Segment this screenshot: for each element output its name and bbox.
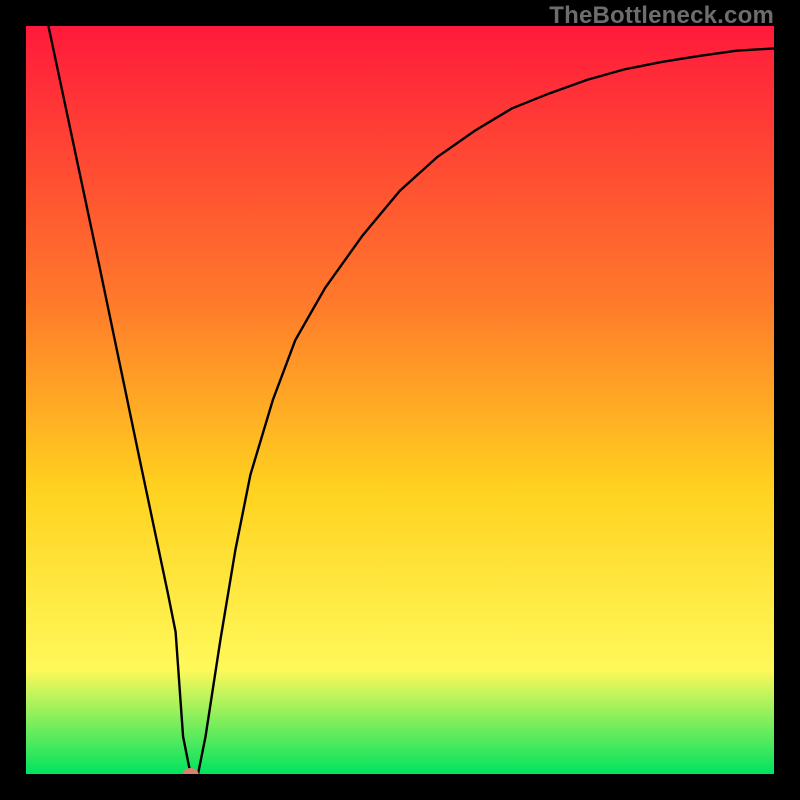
chart-frame: TheBottleneck.com bbox=[0, 0, 800, 800]
gradient-background bbox=[26, 26, 774, 774]
plot-area bbox=[26, 26, 774, 774]
plot-svg bbox=[26, 26, 774, 774]
